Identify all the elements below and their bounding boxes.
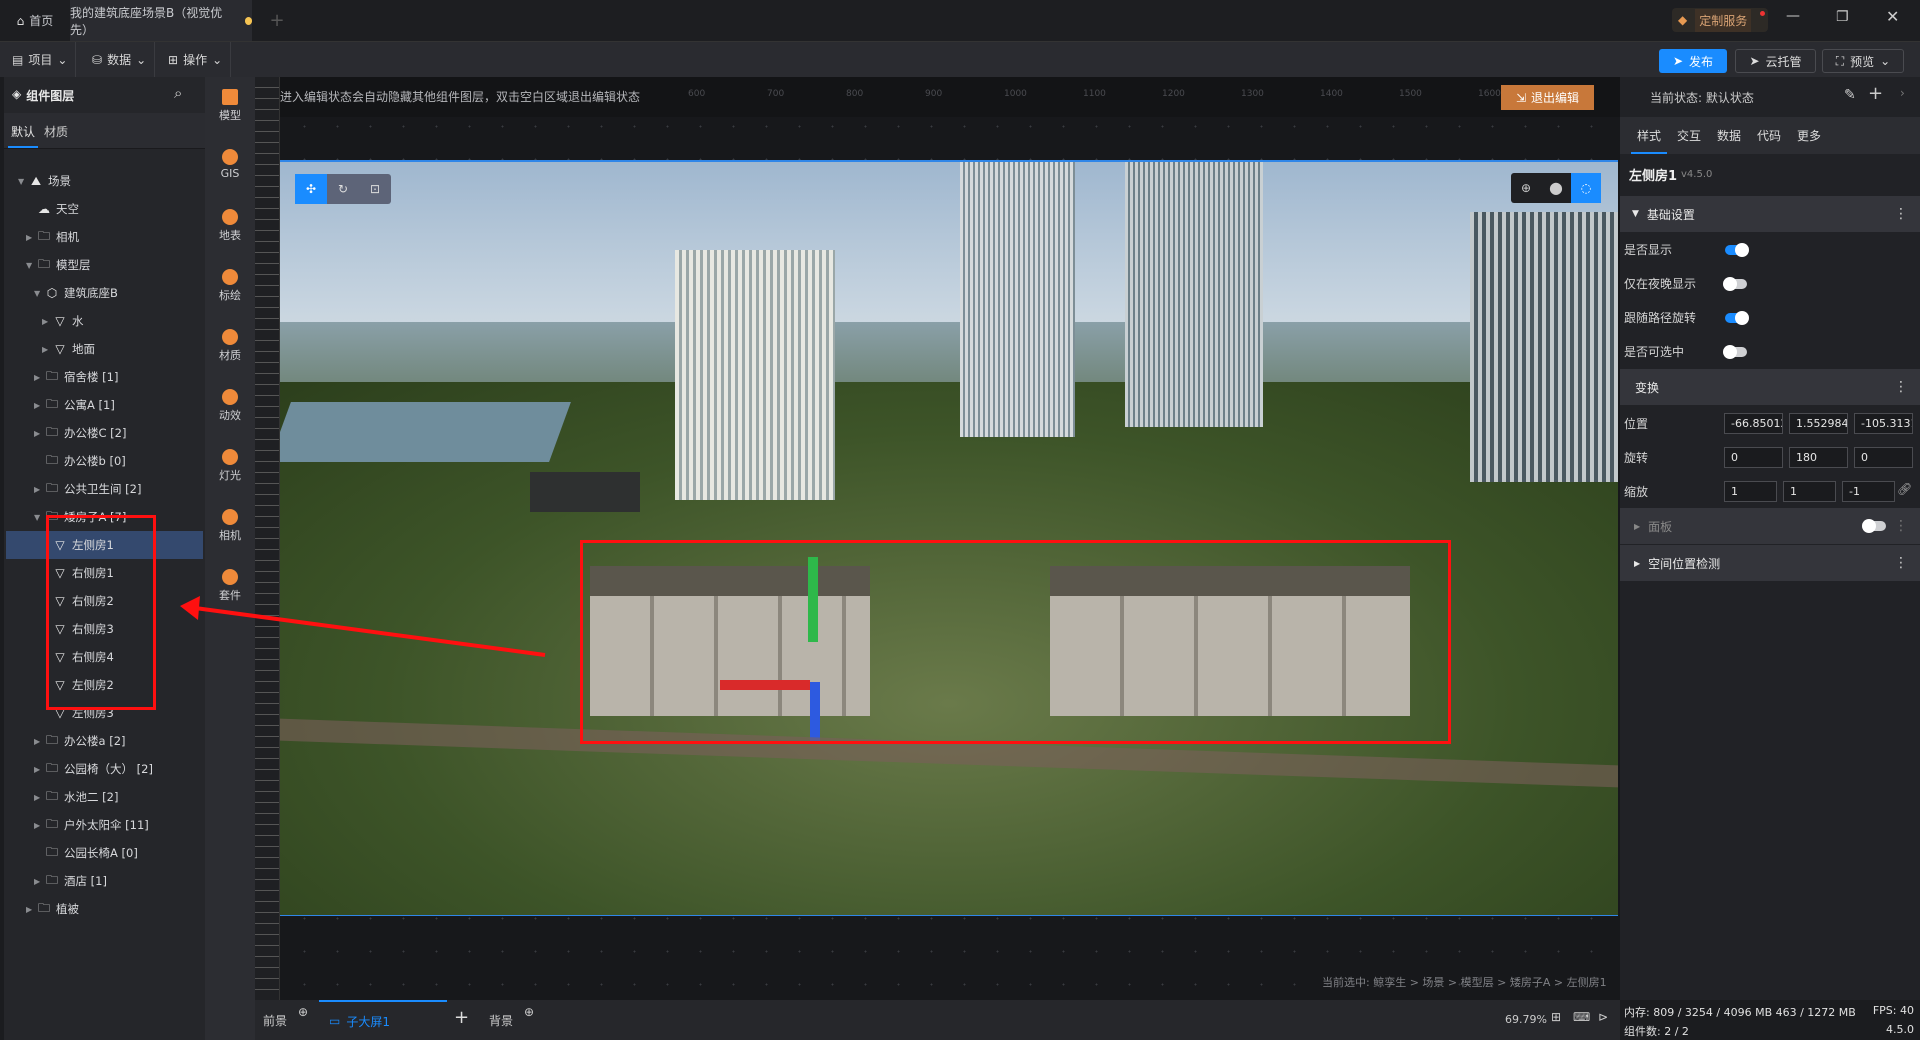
- add-foreground-icon[interactable]: ⊕: [298, 1005, 308, 1019]
- property-tab[interactable]: 数据: [1717, 127, 1741, 144]
- current-state: 当前状态: 默认状态: [1650, 91, 1754, 105]
- caret-right-icon: ▶: [1634, 521, 1641, 531]
- keyboard-icon[interactable]: ⌨: [1573, 1010, 1590, 1024]
- fit-screen-icon[interactable]: ⊞: [1551, 1010, 1561, 1024]
- scale-input[interactable]: 1: [1783, 481, 1836, 502]
- section-spatial-detection[interactable]: ▶ 空间位置检测 ⋮: [1620, 545, 1920, 581]
- toggle-switch[interactable]: [1725, 243, 1749, 257]
- property-tab[interactable]: 代码: [1757, 127, 1781, 144]
- more-icon[interactable]: ⋮: [1894, 207, 1908, 221]
- position-input[interactable]: -66.85012: [1724, 413, 1783, 434]
- rotation-input[interactable]: 0: [1854, 447, 1913, 468]
- caret-down-icon: ▼: [1632, 209, 1639, 219]
- toggle-label: 是否可选中: [1624, 345, 1685, 359]
- toggle-switch[interactable]: [1723, 277, 1747, 291]
- property-tab[interactable]: 交互: [1677, 127, 1701, 144]
- link-icon[interactable]: 🔗︎: [1897, 482, 1912, 496]
- toggle-label: 是否显示: [1624, 243, 1673, 257]
- property-tabs: 样式 交互 数据 代码 更多: [1620, 117, 1920, 154]
- version: 4.5.0: [1886, 1023, 1914, 1036]
- section-transform[interactable]: 变换 ⋮: [1620, 369, 1920, 405]
- more-icon[interactable]: ⋮: [1894, 519, 1908, 533]
- console-icon[interactable]: ⊳: [1598, 1010, 1608, 1024]
- scale-label: 缩放: [1624, 485, 1649, 499]
- screen-icon: ▭: [329, 1014, 341, 1028]
- panel-toggle[interactable]: [1862, 519, 1886, 533]
- rotation-input[interactable]: 0: [1724, 447, 1783, 468]
- component-version: v4.5.0: [1681, 169, 1713, 180]
- position-input[interactable]: 1.5529847: [1789, 413, 1848, 434]
- add-screen-button[interactable]: +: [454, 1007, 469, 1028]
- fps-status: FPS: 40: [1872, 1004, 1914, 1017]
- scale-input[interactable]: -1: [1842, 481, 1895, 502]
- screen-tabs-bar: 前景 ⊕ ▭ 子大屏1 + 背景 ⊕ 69.79% ⊞ ⌨ ⊳: [255, 1000, 1620, 1040]
- toggle-label: 跟随路径旋转: [1624, 311, 1697, 325]
- chevron-right-icon[interactable]: ›: [1900, 86, 1905, 100]
- tab-foreground[interactable]: 前景: [263, 1012, 287, 1029]
- more-icon[interactable]: ⋮: [1894, 556, 1908, 570]
- section-panel[interactable]: ▶ 面板 ⋮: [1620, 508, 1920, 544]
- toggle-switch[interactable]: [1723, 345, 1747, 359]
- add-state-button[interactable]: +: [1868, 83, 1883, 104]
- component-name: 左侧房1: [1629, 169, 1678, 184]
- tab-sub-screen[interactable]: ▭ 子大屏1: [319, 1000, 447, 1040]
- selection-breadcrumb: 当前选中: 鲸孪生 > 场景 > 模型层 > 矮房子A > 左侧房1: [1322, 976, 1607, 989]
- property-panel: 当前状态: 默认状态 ✎ + › 样式 交互 数据 代码 更多 左侧房1 v4.5.0 …: [1620, 77, 1920, 1000]
- component-count: 组件数: 2 / 2: [1624, 1025, 1689, 1038]
- caret-right-icon: ▶: [1634, 558, 1641, 568]
- arrow-line: [194, 606, 546, 657]
- property-tab[interactable]: 更多: [1797, 127, 1821, 144]
- property-tab[interactable]: 样式: [1631, 127, 1668, 154]
- scale-input[interactable]: 1: [1724, 481, 1777, 502]
- section-basic[interactable]: ▼ 基础设置 ⋮: [1620, 196, 1920, 232]
- toggle-label: 仅在夜晚显示: [1624, 277, 1697, 291]
- arrow-head: [180, 596, 200, 620]
- tab-background[interactable]: 背景: [489, 1012, 513, 1029]
- zoom-level: 69.79%: [1505, 1013, 1547, 1026]
- rotation-input[interactable]: 180: [1789, 447, 1848, 468]
- edit-state-icon[interactable]: ✎: [1844, 87, 1856, 103]
- position-input[interactable]: -105.31318: [1854, 413, 1913, 434]
- toggle-switch[interactable]: [1725, 311, 1749, 325]
- memory-status: 内存: 809 / 3254 / 4096 MB 463 / 1272 MB: [1624, 1006, 1856, 1019]
- status-bar: 内存: 809 / 3254 / 4096 MB 463 / 1272 MB F…: [1620, 1000, 1920, 1040]
- position-label: 位置: [1624, 417, 1649, 431]
- more-icon[interactable]: ⋮: [1894, 380, 1908, 394]
- add-background-icon[interactable]: ⊕: [524, 1005, 534, 1019]
- rotation-label: 旋转: [1624, 451, 1649, 465]
